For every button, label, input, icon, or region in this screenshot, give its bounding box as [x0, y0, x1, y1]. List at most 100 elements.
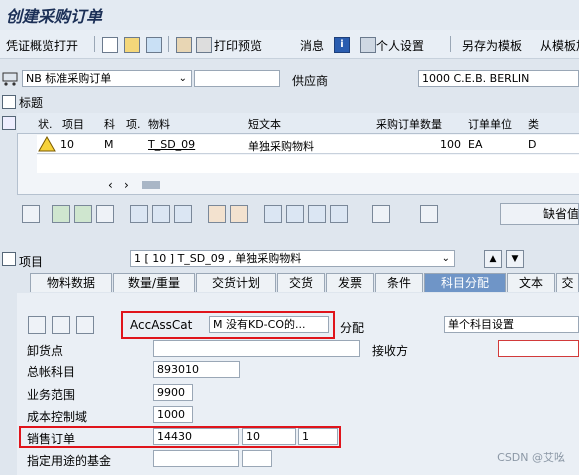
row-short-text[interactable]: 单独采购物料 [248, 138, 314, 154]
tab-invoice[interactable]: 发票 [326, 273, 374, 292]
personal-settings-icon[interactable] [360, 37, 376, 53]
row-unit[interactable]: EA [468, 138, 482, 151]
copy-all-icon[interactable] [74, 205, 92, 223]
sort-asc-icon[interactable] [264, 205, 282, 223]
row-item[interactable]: 10 [60, 138, 74, 151]
filter-options-icon[interactable] [330, 205, 348, 223]
table-view-icon[interactable] [28, 316, 46, 334]
col-status[interactable]: 状. [38, 116, 53, 132]
item-section-label: 项目 [19, 255, 44, 269]
item-select[interactable]: 1 [ 10 ] T_SD_09 , 单独采购物料 ⌄ [130, 250, 455, 267]
recipient-field[interactable] [498, 340, 579, 357]
sort-desc-icon[interactable] [286, 205, 304, 223]
tab-more[interactable]: 交 [556, 273, 579, 292]
business-area-field[interactable]: 9900 [153, 384, 193, 401]
tab-conditions[interactable]: 条件 [375, 273, 423, 292]
earmarked-fund-label: 指定用途的基金 [27, 454, 112, 468]
details-icon[interactable] [22, 205, 40, 223]
unloading-point-field[interactable] [153, 340, 360, 357]
sales-order-field[interactable]: 14430 [153, 428, 239, 445]
watermark: CSDN @艾吆 [497, 451, 565, 464]
select-all-icon[interactable] [230, 205, 248, 223]
paste-icon[interactable] [96, 205, 114, 223]
col-item[interactable]: 项目 [62, 116, 84, 132]
toolbar: 凭证概览打开 打印预览 消息 i 个人设置 另存为模板 从模板加 [0, 30, 579, 59]
col-short-text[interactable]: 短文本 [248, 116, 281, 132]
earmarked-fund-item-field[interactable] [242, 450, 272, 467]
tab-texts[interactable]: 文本 [507, 273, 555, 292]
toolbar-separator [168, 36, 169, 52]
select-icon[interactable] [208, 205, 226, 223]
row-material[interactable]: T_SD_09 [148, 138, 195, 151]
save-as-template-button[interactable]: 另存为模板 [462, 37, 522, 54]
order-type-value: NB 标准采购订单 [26, 72, 112, 85]
default-values-button[interactable]: 缺省值 [500, 203, 579, 225]
col-material[interactable]: 物料 [148, 116, 170, 132]
vendor-value: 1000 C.E.B. BERLIN [422, 72, 530, 85]
check-icon[interactable] [176, 37, 192, 53]
toolbar-separator [94, 36, 95, 52]
info-icon[interactable]: i [334, 37, 350, 53]
tab-material-data[interactable]: 物料数据 [30, 273, 112, 292]
chevron-down-icon: ⌄ [441, 253, 450, 264]
horizontal-scrollbar[interactable] [142, 181, 160, 189]
print-preview-button[interactable]: 打印预览 [214, 37, 262, 54]
scroll-right-icon[interactable]: › [124, 178, 129, 192]
row-qty[interactable]: 100 [440, 138, 461, 151]
print-preview-icon[interactable] [196, 37, 212, 53]
col-category[interactable]: 类 [528, 116, 539, 132]
personal-settings-button[interactable]: 个人设置 [376, 37, 424, 54]
folder-icon[interactable] [2, 95, 16, 109]
print-icon[interactable] [76, 316, 94, 334]
grid-settings-icon[interactable] [2, 116, 16, 130]
col-unit[interactable]: 订单单位 [468, 116, 512, 132]
hold-icon[interactable] [146, 37, 162, 53]
gl-account-field[interactable]: 893010 [153, 361, 240, 378]
delete-icon[interactable] [130, 205, 148, 223]
unlock-icon[interactable] [174, 205, 192, 223]
order-type-select[interactable]: NB 标准采购订单 ⌄ [22, 70, 192, 87]
page-title: 创建采购订单 [6, 7, 103, 26]
lock-icon[interactable] [152, 205, 170, 223]
col-qty[interactable]: 采购订单数量 [376, 116, 442, 132]
tab-account-assignment[interactable]: 科目分配 [424, 273, 506, 292]
open-document-icon[interactable] [124, 37, 140, 53]
tab-delivery-schedule[interactable]: 交货计划 [196, 273, 276, 292]
col-acct[interactable]: 科 [104, 116, 115, 132]
co-area-field[interactable]: 1000 [153, 406, 193, 423]
copy-icon[interactable] [52, 205, 70, 223]
doc-overview-button[interactable]: 凭证概览打开 [6, 37, 78, 54]
header-section-label: 标题 [19, 96, 44, 110]
item-tabs: 物料数据 数量/重量 交货计划 交货 发票 条件 科目分配 文本 交 [30, 273, 579, 293]
order-number-field[interactable] [194, 70, 280, 87]
messages-button[interactable]: 消息 [300, 37, 324, 54]
row-acct[interactable]: M [104, 138, 114, 151]
vendor-field[interactable]: 1000 C.E.B. BERLIN [418, 70, 579, 87]
title-bar: 创建采购订单 [0, 0, 579, 30]
sales-schedule-line-field[interactable]: 1 [298, 428, 338, 445]
next-item-icon[interactable]: ▼ [506, 250, 524, 268]
new-document-icon[interactable] [102, 37, 118, 53]
co-area-label: 成本控制域 [27, 410, 88, 424]
acc-ass-cat-select[interactable]: M 没有KD-CO的... [209, 316, 329, 333]
folder-icon[interactable] [2, 252, 16, 266]
cart-icon [2, 70, 20, 86]
tab-quantity-weight[interactable]: 数量/重量 [113, 273, 195, 292]
scroll-left-icon[interactable]: ‹ [108, 178, 113, 192]
row-category[interactable]: D [528, 138, 536, 151]
document-icon[interactable] [372, 205, 390, 223]
edit-icon[interactable] [52, 316, 70, 334]
filter-icon[interactable] [308, 205, 326, 223]
acc-ass-cat-value: M 没有KD-CO的... [213, 318, 306, 331]
previous-item-icon[interactable]: ▲ [484, 250, 502, 268]
earmarked-fund-field[interactable] [153, 450, 239, 467]
load-from-template-button[interactable]: 从模板加 [540, 37, 579, 54]
distribution-label: 分配 [340, 321, 365, 335]
single-setting-select[interactable]: 单个科目设置 [444, 316, 579, 333]
table-row[interactable] [37, 155, 579, 173]
sales-order-item-field[interactable]: 10 [242, 428, 296, 445]
tab-delivery[interactable]: 交货 [277, 273, 325, 292]
warning-icon [38, 135, 56, 152]
list-icon[interactable] [420, 205, 438, 223]
col-itemcat[interactable]: 项. [126, 116, 141, 132]
